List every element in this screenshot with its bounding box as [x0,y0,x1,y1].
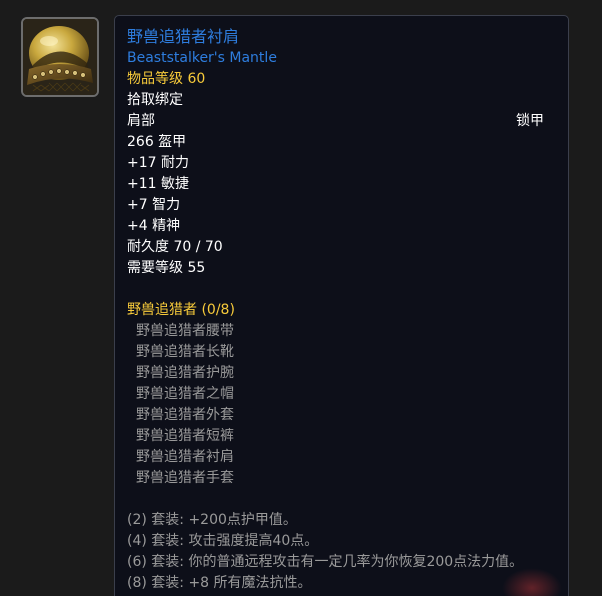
set-piece: 野兽追猎者短裤 [136,428,234,444]
set-bonus: (6) 套装: 你的普通远程攻击有一定几率为你恢复200点法力值。 [127,554,524,570]
item-tooltip: 野兽追猎者衬肩 Beaststalker's Mantle 物品等级 60 拾取… [114,15,569,596]
bind-type: 拾取绑定 [127,92,183,108]
required-level: 需要等级 55 [127,260,206,276]
set-piece: 野兽追猎者外套 [136,407,234,423]
set-piece: 野兽追猎者衬肩 [136,449,234,465]
item-name-cn: 野兽追猎者衬肩 [127,27,240,46]
set-piece: 野兽追猎者之帽 [136,386,234,402]
stat-line: +11 敏捷 [127,176,189,192]
set-bonus: (2) 套装: +200点护甲值。 [127,512,297,528]
slot-row: 肩部 锁甲 [127,111,556,132]
set-piece: 野兽追猎者腰带 [136,323,234,339]
set-bonus: (4) 套装: 攻击强度提高40点。 [127,533,319,549]
armor-value: 266 盔甲 [127,134,187,150]
stat-line: +7 智力 [127,197,181,213]
armor-type: 锁甲 [516,113,544,129]
set-piece: 野兽追猎者手套 [136,470,234,486]
set-title: 野兽追猎者 (0/8) [127,302,235,318]
item-name-en: Beaststalker's Mantle [127,50,277,66]
durability: 耐久度 70 / 70 [127,239,223,255]
set-piece: 野兽追猎者长靴 [136,344,234,360]
shoulder-armor-icon[interactable] [21,17,99,97]
item-tooltip-page: 野兽追猎者衬肩 Beaststalker's Mantle 物品等级 60 拾取… [0,0,602,596]
slot-label: 肩部 [127,113,155,129]
item-level: 物品等级 60 [127,71,206,87]
set-piece: 野兽追猎者护腕 [136,365,234,381]
stat-line: +4 精神 [127,218,181,234]
stat-line: +17 耐力 [127,155,189,171]
set-bonus: (8) 套装: +8 所有魔法抗性。 [127,575,312,591]
